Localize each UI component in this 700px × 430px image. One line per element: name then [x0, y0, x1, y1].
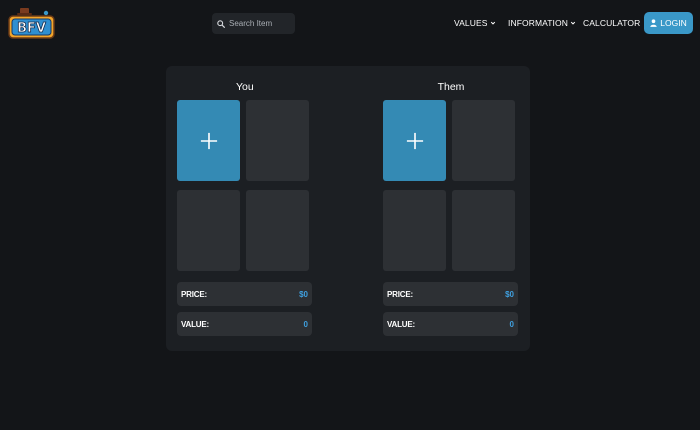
- them-item-slot[interactable]: [383, 190, 446, 271]
- user-icon: [650, 19, 657, 27]
- login-label: LOGIN: [660, 18, 687, 28]
- them-item-slot[interactable]: [452, 100, 515, 181]
- you-price-row: PRICE: $0: [177, 282, 312, 306]
- plus-icon: [406, 132, 423, 149]
- them-price-label: PRICE:: [387, 289, 413, 299]
- you-add-item-slot[interactable]: [177, 100, 240, 181]
- you-price-label: PRICE:: [181, 289, 207, 299]
- login-button[interactable]: LOGIN: [644, 12, 693, 34]
- you-item-slot[interactable]: [246, 100, 309, 181]
- you-value-label: VALUE:: [181, 319, 209, 329]
- them-value-value: 0: [509, 319, 514, 329]
- chevron-down-icon: [570, 21, 576, 25]
- nav-calculator[interactable]: CALCULATOR: [583, 17, 640, 29]
- you-item-slot[interactable]: [177, 190, 240, 271]
- search-input[interactable]: [229, 19, 293, 28]
- logo-icon: BFV: [8, 8, 55, 39]
- them-title: Them: [437, 81, 465, 93]
- nav-information-label: INFORMATION: [508, 18, 568, 28]
- svg-text:BFV: BFV: [17, 21, 46, 36]
- page: BFV VALUES INFORMATION CALCULATOR LOGIN: [0, 0, 700, 430]
- chevron-down-icon: [490, 21, 495, 25]
- them-value-label: VALUE:: [387, 319, 415, 329]
- nav-information[interactable]: INFORMATION: [508, 17, 576, 29]
- them-price-value: $0: [505, 289, 514, 299]
- nav-values[interactable]: VALUES: [454, 17, 496, 29]
- trade-panel: You PRICE: $0 VALUE: 0 Them PRICE: $0 VA…: [166, 66, 530, 351]
- you-price-value: $0: [299, 289, 308, 299]
- search-box[interactable]: [212, 13, 295, 34]
- search-icon: [217, 19, 225, 28]
- them-add-item-slot[interactable]: [383, 100, 446, 181]
- nav-calculator-label: CALCULATOR: [583, 18, 641, 28]
- you-title: You: [236, 81, 254, 93]
- you-value-value: 0: [303, 319, 308, 329]
- them-price-row: PRICE: $0: [383, 282, 518, 306]
- plus-icon: [200, 132, 217, 149]
- you-item-slot[interactable]: [246, 190, 309, 271]
- nav-values-label: VALUES: [454, 18, 488, 28]
- you-value-row: VALUE: 0: [177, 312, 312, 336]
- site-logo[interactable]: BFV: [6, 6, 56, 42]
- them-value-row: VALUE: 0: [383, 312, 518, 336]
- them-item-slot[interactable]: [452, 190, 515, 271]
